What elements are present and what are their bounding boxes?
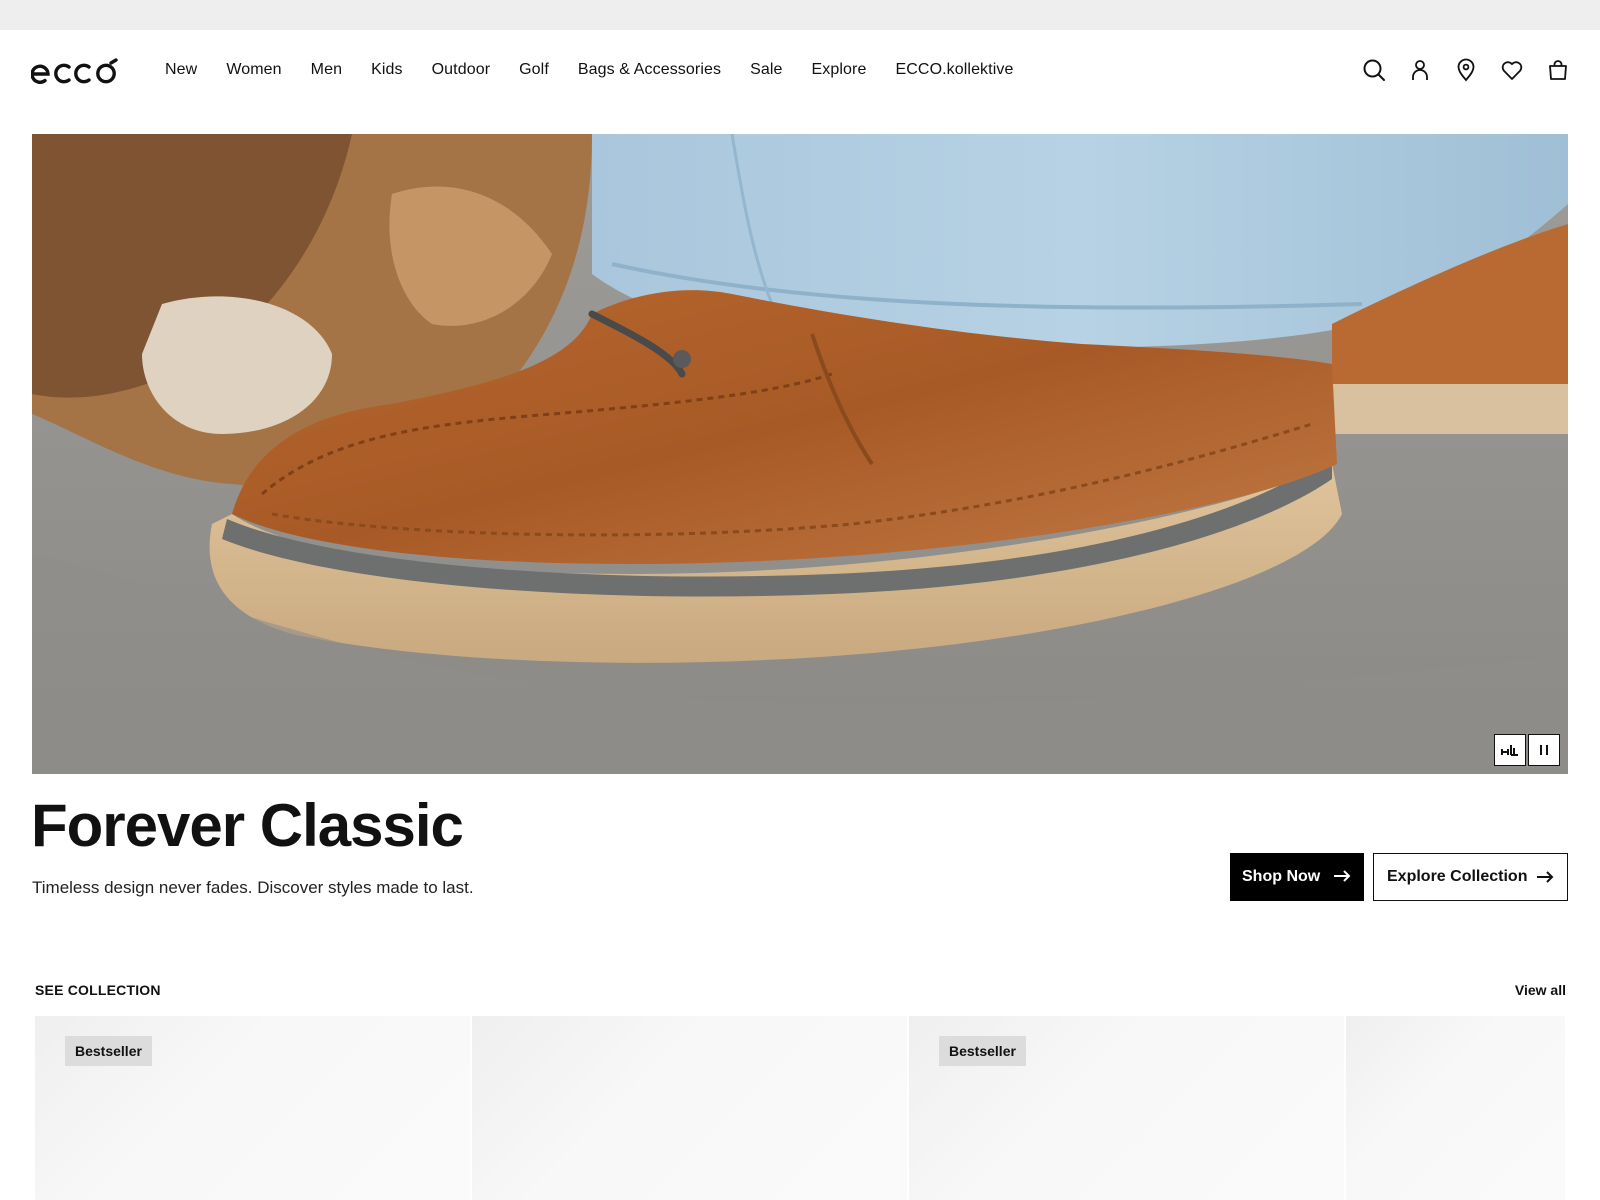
product-card[interactable] [1346,1016,1565,1200]
hero-subtitle: Timeless design never fades. Discover st… [32,878,474,897]
site-header: New Women Men Kids Outdoor Golf Bags & A… [0,30,1600,110]
ecco-logo-mark [31,58,118,84]
ecco-logo[interactable] [31,57,121,87]
nav-item-golf[interactable]: Golf [519,61,549,79]
nav-item-kids[interactable]: Kids [371,61,403,79]
wishlist-icon[interactable] [1500,58,1524,82]
shop-now-label: Shop Now [1242,868,1321,885]
hero-title: Forever Classic [31,792,464,859]
arrow-right-icon [1333,853,1351,899]
product-carousel: Bestseller Bestseller [35,1016,1565,1200]
nav-item-women[interactable]: Women [226,61,281,79]
nav-item-ecco-kollektive[interactable]: ECCO.kollektive [895,61,1013,79]
hero-video[interactable] [32,134,1568,774]
account-icon[interactable] [1408,58,1432,82]
explore-collection-button[interactable]: Explore Collection [1373,853,1568,901]
main-nav: New Women Men Kids Outdoor Golf Bags & A… [165,30,1042,110]
nav-item-bags-accessories[interactable]: Bags & Accessories [578,61,721,79]
pause-icon[interactable] [1528,734,1560,766]
header-actions [1362,30,1570,110]
nav-item-sale[interactable]: Sale [750,61,782,79]
nav-item-new[interactable]: New [165,61,197,79]
bestseller-badge: Bestseller [65,1036,152,1066]
nav-item-outdoor[interactable]: Outdoor [432,61,491,79]
hero-image [32,134,1568,774]
nav-item-explore[interactable]: Explore [812,61,867,79]
bestseller-badge: Bestseller [939,1036,1026,1066]
shop-now-button[interactable]: Shop Now [1230,853,1364,901]
product-card[interactable] [472,1016,907,1200]
explore-collection-label: Explore Collection [1387,868,1528,885]
product-card[interactable]: Bestseller [909,1016,1344,1200]
section-heading: SEE COLLECTION [35,982,161,998]
product-card[interactable]: Bestseller [35,1016,470,1200]
video-controls [1494,734,1560,766]
bag-icon[interactable] [1546,58,1570,82]
nav-item-men[interactable]: Men [311,61,342,79]
arrow-right-icon [1536,854,1554,900]
top-announcement-strip [0,0,1600,30]
audio-description-icon[interactable] [1494,734,1526,766]
search-icon[interactable] [1362,58,1386,82]
store-locator-icon[interactable] [1454,58,1478,82]
view-all-link[interactable]: View all [1515,982,1566,998]
